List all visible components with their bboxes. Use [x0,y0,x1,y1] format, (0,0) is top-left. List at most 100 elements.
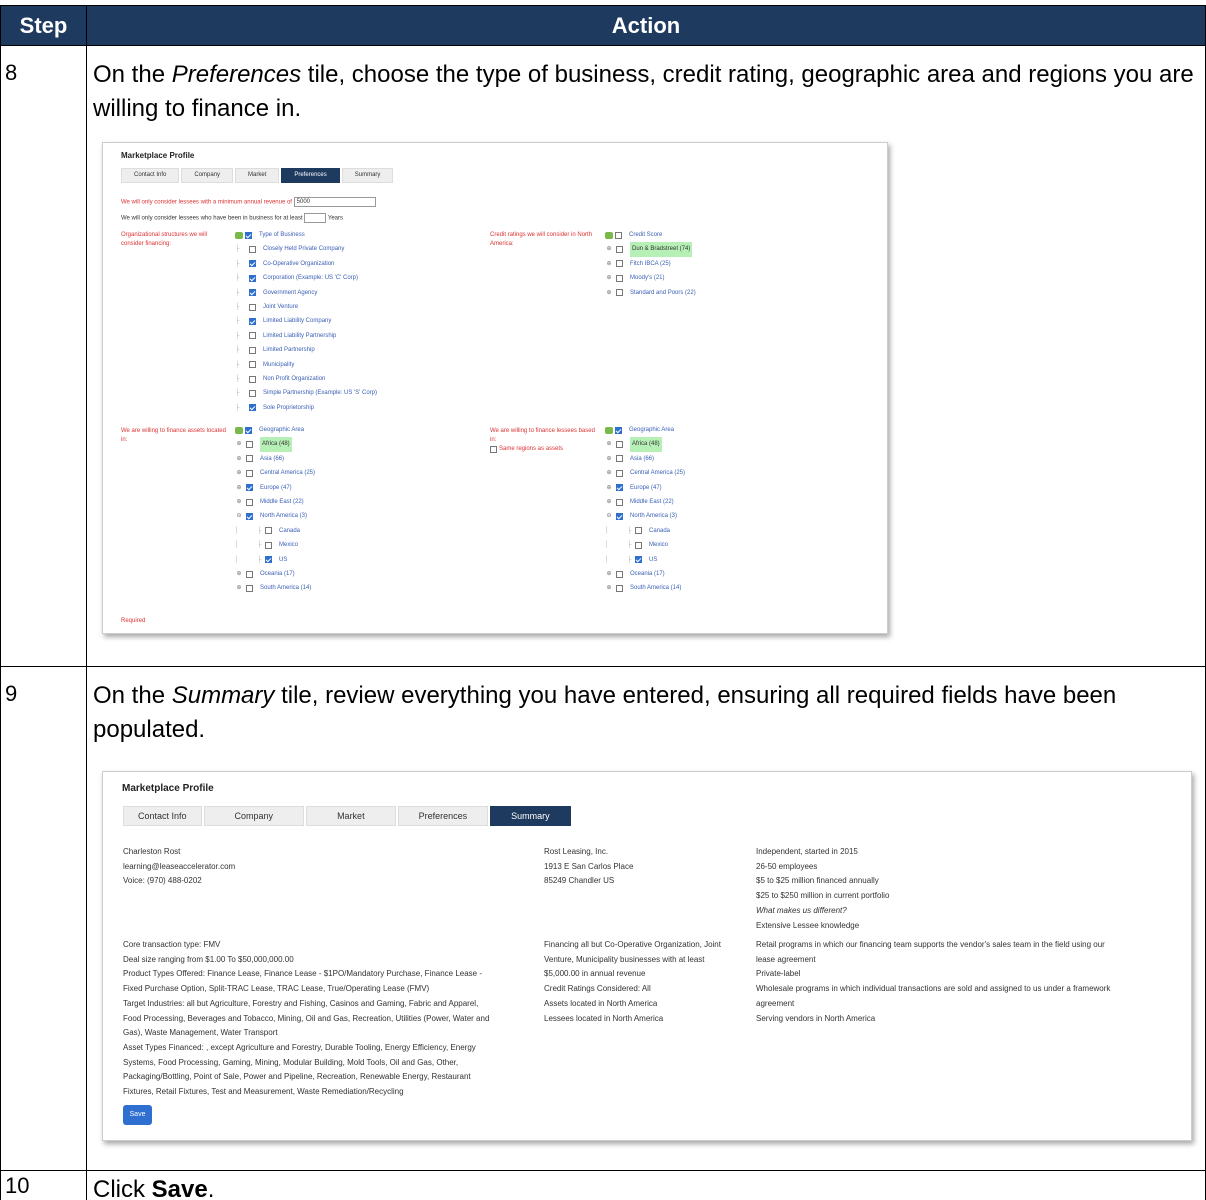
tab-contact-info[interactable]: Contact Info [123,806,202,826]
expand-icon[interactable]: ⊕ [235,452,243,466]
tree-item[interactable]: ├ Simple Partnership (Example: US 'S' Cor… [235,386,377,400]
expand-icon[interactable]: ⊕ [235,466,243,480]
item-checkbox[interactable] [246,469,253,477]
item-checkbox[interactable] [616,498,623,506]
item-checkbox[interactable] [246,484,253,492]
tree-item[interactable]: ├ Limited Partnership [235,343,377,357]
item-checkbox[interactable] [246,498,253,506]
expand-icon[interactable]: ⊕ [605,242,613,256]
item-checkbox[interactable] [616,289,623,297]
expand-icon[interactable]: ⊕ [605,437,613,451]
item-checkbox[interactable] [616,455,623,463]
tab-market[interactable]: Market [235,168,280,183]
tree-item[interactable]: ├ Co-Operative Organization [235,257,377,271]
tree-item[interactable]: ├ Joint Venture [235,300,377,314]
expand-icon[interactable]: ⊕ [235,437,243,451]
tree-item[interactable]: ├ Municipality [235,358,377,372]
tab-company[interactable]: Company [181,168,234,183]
tab-market[interactable]: Market [306,806,396,826]
tab-summary[interactable]: Summary [341,168,394,183]
item-checkbox[interactable] [616,260,623,268]
tree-item[interactable]: ⊕ Africa (48) [605,437,685,452]
item-checkbox[interactable] [249,346,256,354]
item-checkbox[interactable] [616,570,623,578]
expand-icon[interactable]: ⊕ [235,581,243,595]
tab-summary[interactable]: Summary [490,806,571,826]
item-checkbox[interactable] [616,246,623,254]
item-checkbox[interactable] [616,584,623,592]
tree-item[interactable]: ⊕ Europe (47) [605,481,685,495]
expand-icon[interactable]: ⊕ [605,481,613,495]
item-checkbox[interactable] [246,584,253,592]
tree-item[interactable]: ⊕ Middle East (22) [605,495,685,509]
item-checkbox[interactable] [249,274,256,282]
item-checkbox[interactable] [616,513,623,521]
expand-icon[interactable]: ⊕ [605,466,613,480]
tree-item[interactable]: ⊖ North America (3) [605,509,685,523]
root-checkbox[interactable] [245,426,252,434]
years-input[interactable] [304,213,327,223]
item-checkbox[interactable] [249,404,256,412]
item-checkbox[interactable] [635,556,642,564]
expand-icon[interactable]: ⊕ [605,271,613,285]
expand-icon[interactable]: ⊕ [235,567,243,581]
expand-icon[interactable]: ⊕ [235,481,243,495]
tree-item[interactable]: ├ Limited Liability Partnership [235,329,377,343]
item-checkbox[interactable] [265,556,272,564]
tree-item[interactable]: ⊕ Central America (25) [235,466,315,480]
tree-item[interactable]: ⊕ Oceania (17) [235,567,315,581]
tree-item[interactable]: │ ├ Mexico [605,538,685,552]
tree-item[interactable]: ├ Government Agency [235,286,377,300]
tab-company[interactable]: Company [203,806,305,826]
save-button[interactable]: Save [123,1105,152,1125]
root-checkbox[interactable] [245,231,252,239]
expand-icon[interactable]: ⊖ [235,509,243,523]
item-checkbox[interactable] [249,303,256,311]
tab-contact-info[interactable]: Contact Info [121,168,180,183]
item-checkbox[interactable] [246,570,253,578]
tree-item[interactable]: │ ├ US [605,553,685,567]
item-checkbox[interactable] [246,441,253,449]
item-checkbox[interactable] [249,318,256,326]
expand-icon[interactable]: ⊕ [605,581,613,595]
expand-icon[interactable]: ⊕ [235,495,243,509]
root-checkbox[interactable] [615,231,622,239]
item-checkbox[interactable] [246,513,253,521]
tab-preferences[interactable]: Preferences [397,806,489,826]
item-checkbox[interactable] [249,389,256,397]
item-checkbox[interactable] [616,274,623,282]
tree-item[interactable]: ⊕ Africa (48) [235,437,315,452]
min-revenue-input[interactable]: 5000 [293,197,376,207]
tree-item[interactable]: ⊕ Middle East (22) [235,495,315,509]
item-checkbox[interactable] [616,484,623,492]
expand-icon[interactable]: ⊕ [605,452,613,466]
expand-icon[interactable]: ⊕ [605,495,613,509]
root-checkbox[interactable] [615,426,622,434]
tree-item[interactable]: ⊕ South America (14) [235,581,315,595]
expand-icon[interactable]: ⊕ [605,567,613,581]
item-checkbox[interactable] [265,527,272,535]
item-checkbox[interactable] [249,260,256,268]
item-checkbox[interactable] [616,469,623,477]
same-regions-checkbox[interactable] [490,446,497,453]
item-checkbox[interactable] [635,541,642,549]
expand-icon[interactable]: ⊕ [605,286,613,300]
tab-preferences[interactable]: Preferences [281,168,340,183]
tree-item[interactable]: ├ Sole Proprietorship [235,401,377,415]
item-checkbox[interactable] [249,361,256,369]
item-checkbox[interactable] [616,441,623,449]
tree-item[interactable]: │ ├ Mexico [235,538,315,552]
tree-item[interactable]: ⊕ Central America (25) [605,466,685,480]
tree-item[interactable]: ⊕ Moody's (21) [605,271,696,285]
expand-icon[interactable]: ⊖ [605,509,613,523]
tree-item[interactable]: ⊕ Oceania (17) [605,567,685,581]
item-checkbox[interactable] [265,541,272,549]
tree-item[interactable]: ├ Limited Liability Company [235,314,377,328]
tree-item[interactable]: ⊖ North America (3) [235,509,315,523]
tree-item[interactable]: │ ├ US [235,553,315,567]
tree-item[interactable]: ⊕ Fitch IBCA (25) [605,257,696,271]
item-checkbox[interactable] [249,246,256,254]
item-checkbox[interactable] [249,332,256,340]
expand-icon[interactable]: ⊕ [605,257,613,271]
item-checkbox[interactable] [249,375,256,383]
